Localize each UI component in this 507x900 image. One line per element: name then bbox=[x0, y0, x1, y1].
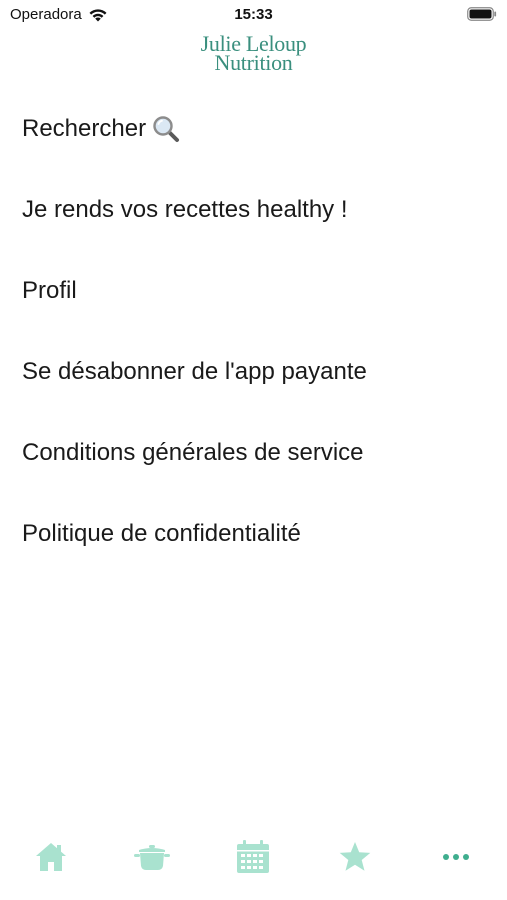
menu-item-profile[interactable]: Profil bbox=[0, 250, 507, 331]
more-dots-icon bbox=[443, 854, 470, 860]
battery-icon bbox=[467, 7, 497, 21]
menu-item-label: Rechercher bbox=[22, 114, 147, 142]
more-menu: Rechercher Je rends vos recettes healthy… bbox=[0, 88, 507, 574]
tab-bar bbox=[0, 826, 507, 888]
app-logo: Julie Leloup Nutrition bbox=[0, 33, 507, 75]
menu-item-label: Se désabonner de l'app payante bbox=[22, 357, 367, 385]
menu-item-terms[interactable]: Conditions générales de service bbox=[0, 412, 507, 493]
menu-item-unsubscribe[interactable]: Se désabonner de l'app payante bbox=[0, 331, 507, 412]
menu-item-search[interactable]: Rechercher bbox=[0, 88, 507, 169]
tab-planning[interactable] bbox=[218, 832, 288, 882]
calendar-icon bbox=[237, 840, 270, 873]
status-time: 15:33 bbox=[234, 6, 273, 23]
menu-item-label: Je rends vos recettes healthy ! bbox=[22, 195, 348, 223]
tab-home[interactable] bbox=[16, 832, 86, 882]
menu-item-healthy-recipes[interactable]: Je rends vos recettes healthy ! bbox=[0, 169, 507, 250]
tab-recipes[interactable] bbox=[117, 832, 187, 882]
menu-item-label: Conditions générales de service bbox=[22, 438, 364, 466]
home-icon bbox=[35, 843, 66, 871]
search-icon bbox=[153, 115, 180, 142]
menu-item-label: Politique de confidentialité bbox=[22, 519, 301, 547]
menu-item-privacy[interactable]: Politique de confidentialité bbox=[0, 493, 507, 574]
status-bar: Operadora 15:33 bbox=[0, 0, 507, 30]
logo-line-2: Nutrition bbox=[214, 50, 293, 75]
cooking-pot-icon bbox=[134, 845, 171, 870]
menu-item-label: Profil bbox=[22, 276, 77, 304]
tab-more[interactable] bbox=[421, 832, 491, 882]
tab-favorites[interactable] bbox=[320, 832, 390, 882]
star-icon bbox=[339, 842, 371, 871]
